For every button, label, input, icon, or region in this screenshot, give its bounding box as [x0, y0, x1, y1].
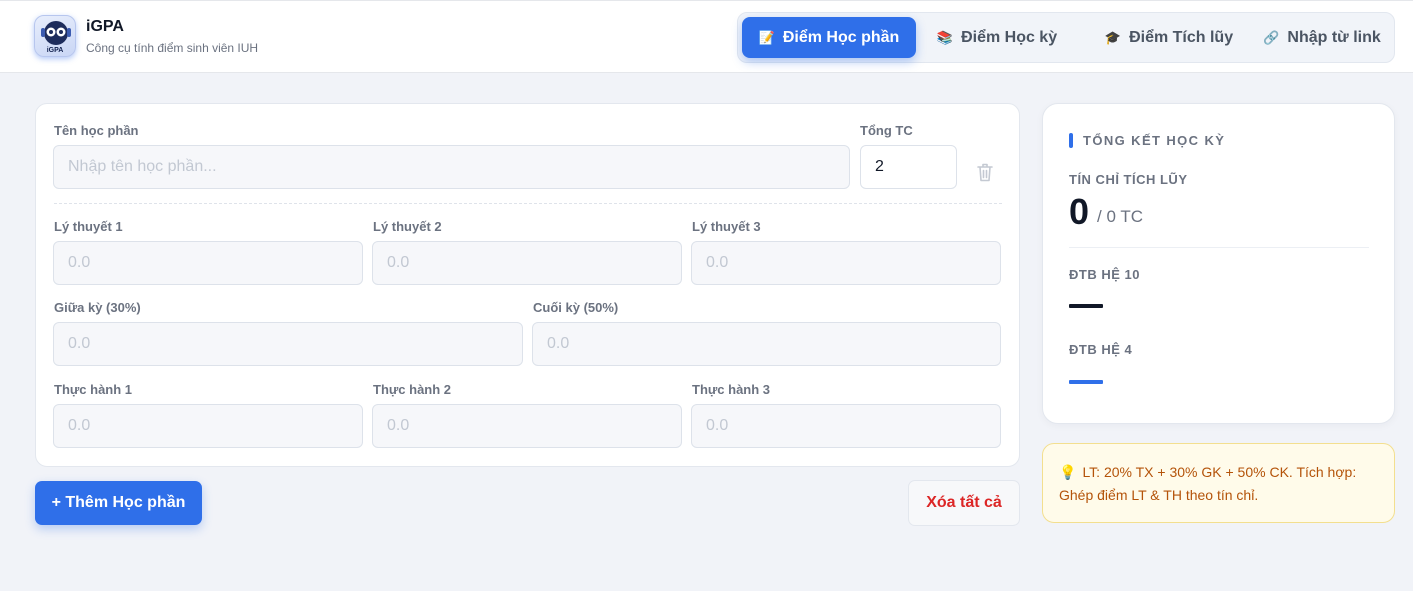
tab-nhap-tu-link[interactable]: 🔗 Nhập từ link	[1252, 17, 1392, 58]
practice-2-input[interactable]	[372, 404, 682, 448]
gpa4-empty-value	[1069, 380, 1103, 384]
link-icon: 🔗	[1263, 29, 1280, 45]
practice-3-label: Thực hành 3	[692, 382, 771, 397]
final-input[interactable]	[532, 322, 1001, 366]
section-divider	[54, 203, 1002, 204]
midterm-label: Giữa kỳ (30%)	[54, 300, 141, 315]
theory-1-input[interactable]	[53, 241, 363, 285]
tab-diem-hoc-phan[interactable]: 📝 Điểm Học phần	[742, 17, 916, 58]
app-header: iGPA iGPA Công cụ tính điểm sinh viên IU…	[0, 0, 1413, 73]
formula-tip-box: 💡 LT: 20% TX + 30% GK + 50% CK. Tích hợp:…	[1042, 443, 1395, 523]
summary-divider	[1069, 247, 1369, 248]
logo-caption: iGPA	[46, 47, 64, 54]
summary-title: TỔNG KẾT HỌC KỲ	[1083, 133, 1226, 148]
tab-label: Điểm Học phần	[782, 28, 900, 46]
semester-summary-card: TỔNG KẾT HỌC KỲ TÍN CHỈ TÍCH LŨY 0 / 0 T…	[1042, 103, 1395, 424]
graduation-cap-icon: 🎓	[1104, 29, 1122, 45]
practice-3-input[interactable]	[691, 404, 1001, 448]
credits-label: Tổng TC	[860, 123, 913, 138]
gpa10-label: ĐTB HỆ 10	[1069, 267, 1140, 282]
accumulated-credits-label: TÍN CHỈ TÍCH LŨY	[1069, 172, 1188, 187]
tab-label: Nhập từ link	[1287, 28, 1381, 46]
tab-label: Điểm Học kỳ	[961, 28, 1058, 46]
theory-3-input[interactable]	[691, 241, 1001, 285]
lightbulb-icon: 💡	[1059, 464, 1077, 480]
credits-input[interactable]	[860, 145, 957, 189]
theory-1-label: Lý thuyết 1	[54, 219, 123, 234]
main-nav: 📝 Điểm Học phần 📚 Điểm Học kỳ 🎓 Điểm Tíc…	[737, 12, 1395, 63]
course-name-label: Tên học phần	[54, 123, 139, 138]
app-subtitle: Công cụ tính điểm sinh viên IUH	[86, 41, 259, 55]
tab-diem-tich-luy[interactable]: 🎓 Điểm Tích lũy	[1082, 17, 1256, 58]
trash-icon[interactable]	[975, 161, 995, 183]
course-card: Tên học phần Tổng TC Lý thuyết 1 Lý thuy…	[35, 103, 1020, 467]
midterm-input[interactable]	[53, 322, 523, 366]
add-course-button[interactable]: + Thêm Học phần	[35, 481, 202, 525]
tab-label: Điểm Tích lũy	[1129, 28, 1234, 46]
app-title: iGPA	[86, 18, 124, 35]
tip-text: LT: 20% TX + 30% GK + 50% CK. Tích hợp: …	[1059, 464, 1357, 503]
practice-2-label: Thực hành 2	[373, 382, 452, 397]
tab-diem-hoc-ky[interactable]: 📚 Điểm Học kỳ	[922, 17, 1072, 58]
title-accent-bar	[1069, 133, 1073, 148]
final-label: Cuối kỳ (50%)	[533, 300, 619, 315]
books-icon: 📚	[936, 29, 954, 45]
theory-2-label: Lý thuyết 2	[373, 219, 442, 234]
accumulated-credits-value: 0	[1069, 191, 1090, 232]
clear-all-button[interactable]: Xóa tất cả	[908, 480, 1020, 526]
course-name-input[interactable]	[53, 145, 850, 189]
practice-1-input[interactable]	[53, 404, 363, 448]
gpa4-label: ĐTB HỆ 4	[1069, 342, 1133, 357]
theory-3-label: Lý thuyết 3	[692, 219, 761, 234]
theory-2-input[interactable]	[372, 241, 682, 285]
gpa10-empty-value	[1069, 304, 1103, 308]
app-logo: iGPA	[34, 15, 76, 57]
accumulated-credits-total: / 0 TC	[1097, 207, 1143, 226]
memo-icon: 📝	[758, 29, 775, 45]
practice-1-label: Thực hành 1	[54, 382, 133, 397]
